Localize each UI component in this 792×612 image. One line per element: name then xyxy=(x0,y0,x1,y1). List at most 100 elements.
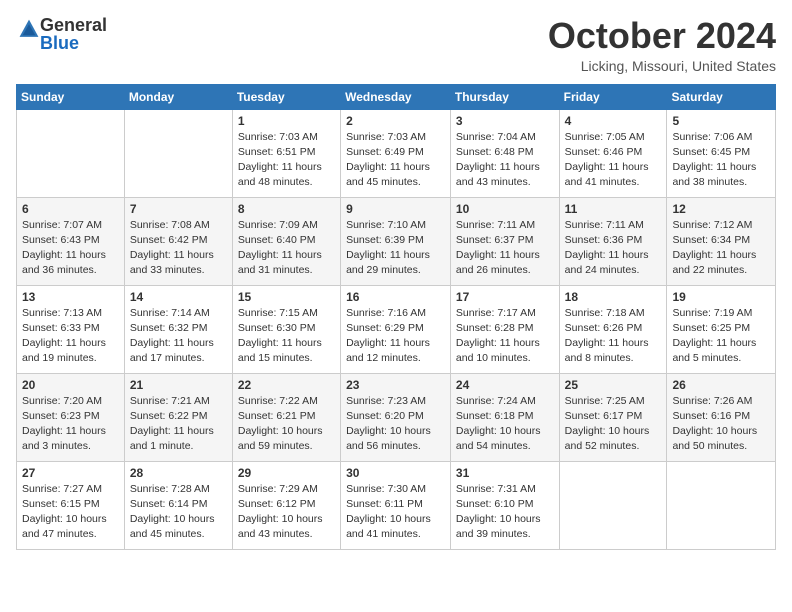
day-info: Sunrise: 7:16 AMSunset: 6:29 PMDaylight:… xyxy=(346,306,445,367)
day-info: Sunrise: 7:13 AMSunset: 6:33 PMDaylight:… xyxy=(22,306,119,367)
day-info: Sunrise: 7:06 AMSunset: 6:45 PMDaylight:… xyxy=(672,130,770,191)
header: General Blue October 2024 Licking, Misso… xyxy=(16,16,776,74)
week-row-3: 13 Sunrise: 7:13 AMSunset: 6:33 PMDayligh… xyxy=(17,285,776,373)
calendar-cell: 1 Sunrise: 7:03 AMSunset: 6:51 PMDaylight… xyxy=(232,109,340,197)
day-number: 31 xyxy=(456,466,554,480)
day-info: Sunrise: 7:25 AMSunset: 6:17 PMDaylight:… xyxy=(565,394,662,455)
day-number: 18 xyxy=(565,290,662,304)
calendar-cell: 31 Sunrise: 7:31 AMSunset: 6:10 PMDayligh… xyxy=(450,461,559,549)
day-number: 9 xyxy=(346,202,445,216)
day-number: 1 xyxy=(238,114,335,128)
calendar-cell: 6Sunrise: 7:07 AMSunset: 6:43 PMDaylight… xyxy=(17,197,125,285)
day-number: 2 xyxy=(346,114,445,128)
week-row-1: 1 Sunrise: 7:03 AMSunset: 6:51 PMDaylight… xyxy=(17,109,776,197)
day-info: Sunrise: 7:31 AMSunset: 6:10 PMDaylight:… xyxy=(456,482,554,543)
header-row: SundayMondayTuesdayWednesdayThursdayFrid… xyxy=(17,84,776,109)
day-info: Sunrise: 7:27 AMSunset: 6:15 PMDaylight:… xyxy=(22,482,119,543)
day-info: Sunrise: 7:23 AMSunset: 6:20 PMDaylight:… xyxy=(346,394,445,455)
logo-icon xyxy=(18,18,40,40)
calendar-cell: 22Sunrise: 7:22 AMSunset: 6:21 PMDayligh… xyxy=(232,373,340,461)
calendar-cell: 26Sunrise: 7:26 AMSunset: 6:16 PMDayligh… xyxy=(667,373,776,461)
day-info: Sunrise: 7:14 AMSunset: 6:32 PMDaylight:… xyxy=(130,306,227,367)
calendar-cell: 25 Sunrise: 7:25 AMSunset: 6:17 PMDayligh… xyxy=(559,373,667,461)
day-info: Sunrise: 7:09 AMSunset: 6:40 PMDaylight:… xyxy=(238,218,335,279)
header-sunday: Sunday xyxy=(17,84,125,109)
calendar-cell: 27 Sunrise: 7:27 AMSunset: 6:15 PMDayligh… xyxy=(17,461,125,549)
day-info: Sunrise: 7:29 AMSunset: 6:12 PMDaylight:… xyxy=(238,482,335,543)
logo: General Blue xyxy=(16,16,107,52)
day-number: 11 xyxy=(565,202,662,216)
day-number: 17 xyxy=(456,290,554,304)
calendar-cell: 30Sunrise: 7:30 AMSunset: 6:11 PMDayligh… xyxy=(341,461,451,549)
calendar-cell xyxy=(667,461,776,549)
calendar-cell xyxy=(559,461,667,549)
calendar-cell: 12 Sunrise: 7:12 AMSunset: 6:34 PMDayligh… xyxy=(667,197,776,285)
day-number: 12 xyxy=(672,202,770,216)
calendar-cell: 4 Sunrise: 7:05 AMSunset: 6:46 PMDaylight… xyxy=(559,109,667,197)
day-number: 4 xyxy=(565,114,662,128)
header-wednesday: Wednesday xyxy=(341,84,451,109)
page: General Blue October 2024 Licking, Misso… xyxy=(0,0,792,612)
day-info: Sunrise: 7:05 AMSunset: 6:46 PMDaylight:… xyxy=(565,130,662,191)
day-number: 25 xyxy=(565,378,662,392)
logo-blue: Blue xyxy=(40,34,107,52)
calendar-cell: 23 Sunrise: 7:23 AMSunset: 6:20 PMDayligh… xyxy=(341,373,451,461)
day-number: 20 xyxy=(22,378,119,392)
day-number: 27 xyxy=(22,466,119,480)
calendar-cell: 19 Sunrise: 7:19 AMSunset: 6:25 PMDayligh… xyxy=(667,285,776,373)
day-info: Sunrise: 7:03 AMSunset: 6:51 PMDaylight:… xyxy=(238,130,335,191)
calendar-cell: 18 Sunrise: 7:18 AMSunset: 6:26 PMDayligh… xyxy=(559,285,667,373)
day-info: Sunrise: 7:11 AMSunset: 6:36 PMDaylight:… xyxy=(565,218,662,279)
day-info: Sunrise: 7:12 AMSunset: 6:34 PMDaylight:… xyxy=(672,218,770,279)
day-number: 21 xyxy=(130,378,227,392)
title-block: October 2024 Licking, Missouri, United S… xyxy=(548,16,776,74)
day-info: Sunrise: 7:10 AMSunset: 6:39 PMDaylight:… xyxy=(346,218,445,279)
week-row-2: 6Sunrise: 7:07 AMSunset: 6:43 PMDaylight… xyxy=(17,197,776,285)
day-info: Sunrise: 7:17 AMSunset: 6:28 PMDaylight:… xyxy=(456,306,554,367)
location: Licking, Missouri, United States xyxy=(548,58,776,74)
calendar-cell: 9 Sunrise: 7:10 AMSunset: 6:39 PMDaylight… xyxy=(341,197,451,285)
day-info: Sunrise: 7:28 AMSunset: 6:14 PMDaylight:… xyxy=(130,482,227,543)
calendar-cell: 28Sunrise: 7:28 AMSunset: 6:14 PMDayligh… xyxy=(124,461,232,549)
calendar-cell xyxy=(17,109,125,197)
logo-text: General Blue xyxy=(40,16,107,52)
calendar-cell: 20 Sunrise: 7:20 AMSunset: 6:23 PMDayligh… xyxy=(17,373,125,461)
header-monday: Monday xyxy=(124,84,232,109)
calendar-table: SundayMondayTuesdayWednesdayThursdayFrid… xyxy=(16,84,776,550)
calendar-cell: 16 Sunrise: 7:16 AMSunset: 6:29 PMDayligh… xyxy=(341,285,451,373)
calendar-cell: 29 Sunrise: 7:29 AMSunset: 6:12 PMDayligh… xyxy=(232,461,340,549)
day-info: Sunrise: 7:11 AMSunset: 6:37 PMDaylight:… xyxy=(456,218,554,279)
day-info: Sunrise: 7:15 AMSunset: 6:30 PMDaylight:… xyxy=(238,306,335,367)
day-info: Sunrise: 7:18 AMSunset: 6:26 PMDaylight:… xyxy=(565,306,662,367)
day-number: 10 xyxy=(456,202,554,216)
month-title: October 2024 xyxy=(548,16,776,56)
day-number: 23 xyxy=(346,378,445,392)
day-info: Sunrise: 7:20 AMSunset: 6:23 PMDaylight:… xyxy=(22,394,119,455)
calendar-cell: 2Sunrise: 7:03 AMSunset: 6:49 PMDaylight… xyxy=(341,109,451,197)
logo-general: General xyxy=(40,16,107,34)
day-number: 19 xyxy=(672,290,770,304)
header-thursday: Thursday xyxy=(450,84,559,109)
day-info: Sunrise: 7:19 AMSunset: 6:25 PMDaylight:… xyxy=(672,306,770,367)
day-number: 24 xyxy=(456,378,554,392)
calendar-cell: 21 Sunrise: 7:21 AMSunset: 6:22 PMDayligh… xyxy=(124,373,232,461)
day-number: 22 xyxy=(238,378,335,392)
day-info: Sunrise: 7:07 AMSunset: 6:43 PMDaylight:… xyxy=(22,218,119,279)
day-number: 29 xyxy=(238,466,335,480)
day-number: 3 xyxy=(456,114,554,128)
calendar-cell xyxy=(124,109,232,197)
header-tuesday: Tuesday xyxy=(232,84,340,109)
day-number: 15 xyxy=(238,290,335,304)
calendar-cell: 11 Sunrise: 7:11 AMSunset: 6:36 PMDayligh… xyxy=(559,197,667,285)
day-number: 5 xyxy=(672,114,770,128)
day-number: 14 xyxy=(130,290,227,304)
calendar-cell: 7Sunrise: 7:08 AMSunset: 6:42 PMDaylight… xyxy=(124,197,232,285)
calendar-cell: 14 Sunrise: 7:14 AMSunset: 6:32 PMDayligh… xyxy=(124,285,232,373)
calendar-cell: 8Sunrise: 7:09 AMSunset: 6:40 PMDaylight… xyxy=(232,197,340,285)
day-info: Sunrise: 7:21 AMSunset: 6:22 PMDaylight:… xyxy=(130,394,227,455)
day-info: Sunrise: 7:08 AMSunset: 6:42 PMDaylight:… xyxy=(130,218,227,279)
day-number: 16 xyxy=(346,290,445,304)
day-number: 13 xyxy=(22,290,119,304)
day-info: Sunrise: 7:24 AMSunset: 6:18 PMDaylight:… xyxy=(456,394,554,455)
day-info: Sunrise: 7:30 AMSunset: 6:11 PMDaylight:… xyxy=(346,482,445,543)
